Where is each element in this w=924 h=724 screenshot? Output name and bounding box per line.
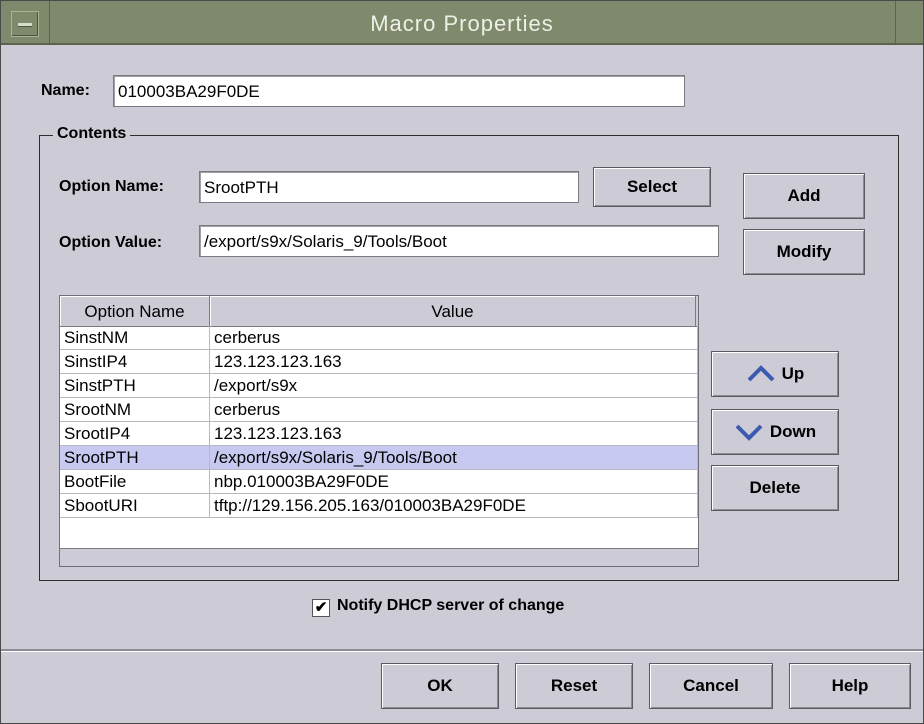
cell-option-name: SinstNM [60,326,210,350]
table-row[interactable]: SinstPTH/export/s9x [60,374,698,398]
cell-option-name: SrootNM [60,398,210,422]
footer-separator [1,649,923,652]
option-value-field[interactable]: /export/s9x/Solaris_9/Tools/Boot [199,225,719,257]
cell-value: cerberus [210,326,698,350]
title-divider-right [895,1,896,45]
cell-option-name: SinstPTH [60,374,210,398]
add-button-label: Add [787,186,821,205]
option-name-label: Option Name: [59,178,164,195]
up-button[interactable]: Up [711,351,839,397]
table-row[interactable]: SbootURI tftp://129.156.205.163/010003BA2… [60,494,698,518]
cell-option-name: SrootIP4 [60,422,210,446]
ok-button-label: OK [427,676,453,695]
table-row[interactable]: SinstNM cerberus [60,326,698,350]
contents-legend: Contents [53,125,131,143]
cell-value: 123.123.123.163 [210,422,698,446]
cell-value: cerberus [210,398,698,422]
modify-button[interactable]: Modify [743,229,865,275]
add-button[interactable]: Add [743,173,865,219]
name-label: Name: [41,82,90,99]
up-button-label: Up [781,364,805,383]
option-name-field[interactable]: SrootPTH [199,171,579,203]
options-table[interactable]: Option Name Value SinstNM cerberus SinstIP… [59,295,699,567]
window-title: Macro Properties [370,11,554,36]
table-header: Option Name Value [60,296,698,327]
table-row[interactable]: SrootPTH/export/s9x/Solaris_9/Tools/Boot [60,446,698,470]
help-button[interactable]: Help [789,663,911,709]
horizontal-scrollbar[interactable] [60,548,698,566]
cell-option-name: SbootURI [60,494,210,518]
table-row[interactable]: SrootIP4 123.123.123.163 [60,422,698,446]
notify-checkbox[interactable]: ✔ [312,599,330,617]
delete-button-label: Delete [749,478,801,497]
cell-value: 123.123.123.163 [210,350,698,374]
cell-value: /export/s9x/Solaris_9/Tools/Boot [210,446,698,470]
column-header-value[interactable]: Value [210,296,696,326]
table-row[interactable]: SrootNM cerberus [60,398,698,422]
cell-value: tftp://129.156.205.163/010003BA29F0DE [210,494,698,518]
cancel-button-label: Cancel [683,676,739,695]
checkmark-icon: ✔ [314,599,328,616]
cell-value: nbp.010003BA29F0DE [210,470,698,494]
cell-value: /export/s9x [210,374,698,398]
column-header-option-name[interactable]: Option Name [60,296,210,326]
title-bar[interactable]: Macro Properties [1,1,923,45]
help-button-label: Help [831,676,869,695]
macro-properties-window: Macro Properties Name: 010003BA29F0DE Co… [0,0,924,724]
ok-button[interactable]: OK [381,663,499,709]
delete-button[interactable]: Delete [711,465,839,511]
cell-option-name: SrootPTH [60,446,210,470]
cell-option-name: BootFile [60,470,210,494]
name-field[interactable]: 010003BA29F0DE [113,75,685,107]
notify-label: Notify DHCP server of change [337,597,565,614]
down-button[interactable]: Down [711,409,839,455]
chevron-down-icon [735,424,763,441]
cell-option-name: SinstIP4 [60,350,210,374]
cancel-button[interactable]: Cancel [649,663,773,709]
option-value-label: Option Value: [59,234,163,251]
select-button-label: Select [626,177,678,196]
table-row[interactable]: BootFile nbp.010003BA29F0DE [60,470,698,494]
select-button[interactable]: Select [593,167,711,207]
down-button-label: Down [769,422,817,441]
reset-button[interactable]: Reset [515,663,633,709]
table-row[interactable]: SinstIP4 123.123.123.163 [60,350,698,374]
modify-button-label: Modify [776,242,832,261]
chevron-up-icon [747,365,775,382]
reset-button-label: Reset [550,676,598,695]
